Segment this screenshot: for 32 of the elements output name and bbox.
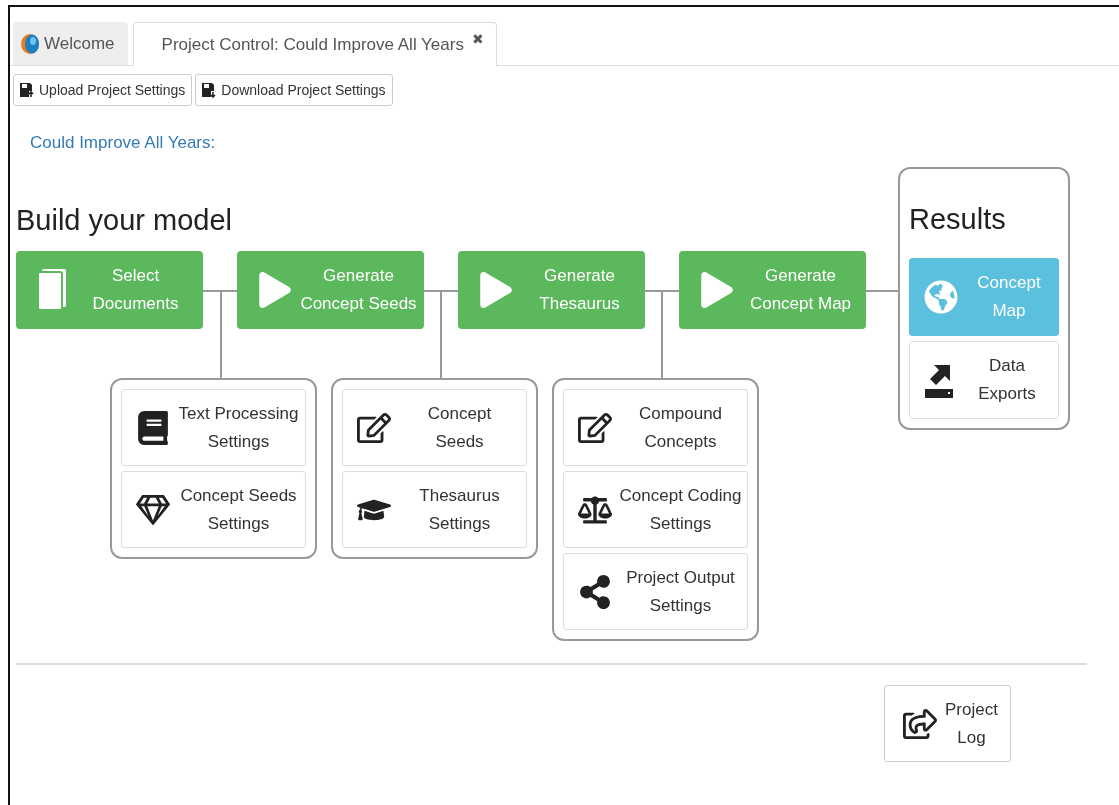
settings-button[interactable]: Thesaurus Settings <box>342 471 527 548</box>
logo-icon <box>20 33 40 55</box>
project-link[interactable]: Could Improve All Years: <box>30 133 216 153</box>
share-icon <box>578 574 612 609</box>
floppy-upload-icon <box>20 82 34 98</box>
tab-label: Welcome <box>44 34 115 54</box>
project-log-button[interactable]: Project Log <box>884 685 1011 762</box>
results-heading: Results <box>909 202 1007 237</box>
tab[interactable]: Welcome <box>13 22 128 65</box>
floppy-download-icon <box>202 82 217 98</box>
close-icon[interactable]: ✖ <box>471 31 484 47</box>
play-icon <box>478 272 514 308</box>
settings-button[interactable]: Compound Concepts <box>563 389 748 466</box>
play-icon <box>699 272 735 308</box>
settings-button[interactable]: Text Processing Settings <box>121 389 306 466</box>
book-icon <box>136 410 170 445</box>
download-button[interactable]: Download Project Settings <box>195 74 393 106</box>
edit-icon <box>357 410 391 445</box>
settings-button[interactable]: Concept Seeds <box>342 389 527 466</box>
edit-icon <box>578 410 612 445</box>
tab[interactable]: Project Control: Could Improve All Years ✖ <box>132 22 497 66</box>
settings-button[interactable]: Concept Coding Settings <box>563 471 748 548</box>
diamond-icon <box>136 492 170 527</box>
tab-label: Project Control: Could Improve All Years <box>161 34 464 55</box>
play-icon <box>257 272 293 308</box>
settings-button[interactable]: Project Output Settings <box>563 553 748 630</box>
documents-icon <box>36 269 68 311</box>
section-heading: Build your model <box>16 203 233 238</box>
result-button[interactable]: Data Exports <box>909 341 1059 419</box>
settings-button[interactable]: Concept Seeds Settings <box>121 471 306 548</box>
upload-button[interactable]: Upload Project Settings <box>13 74 193 106</box>
globe-icon <box>924 280 958 314</box>
